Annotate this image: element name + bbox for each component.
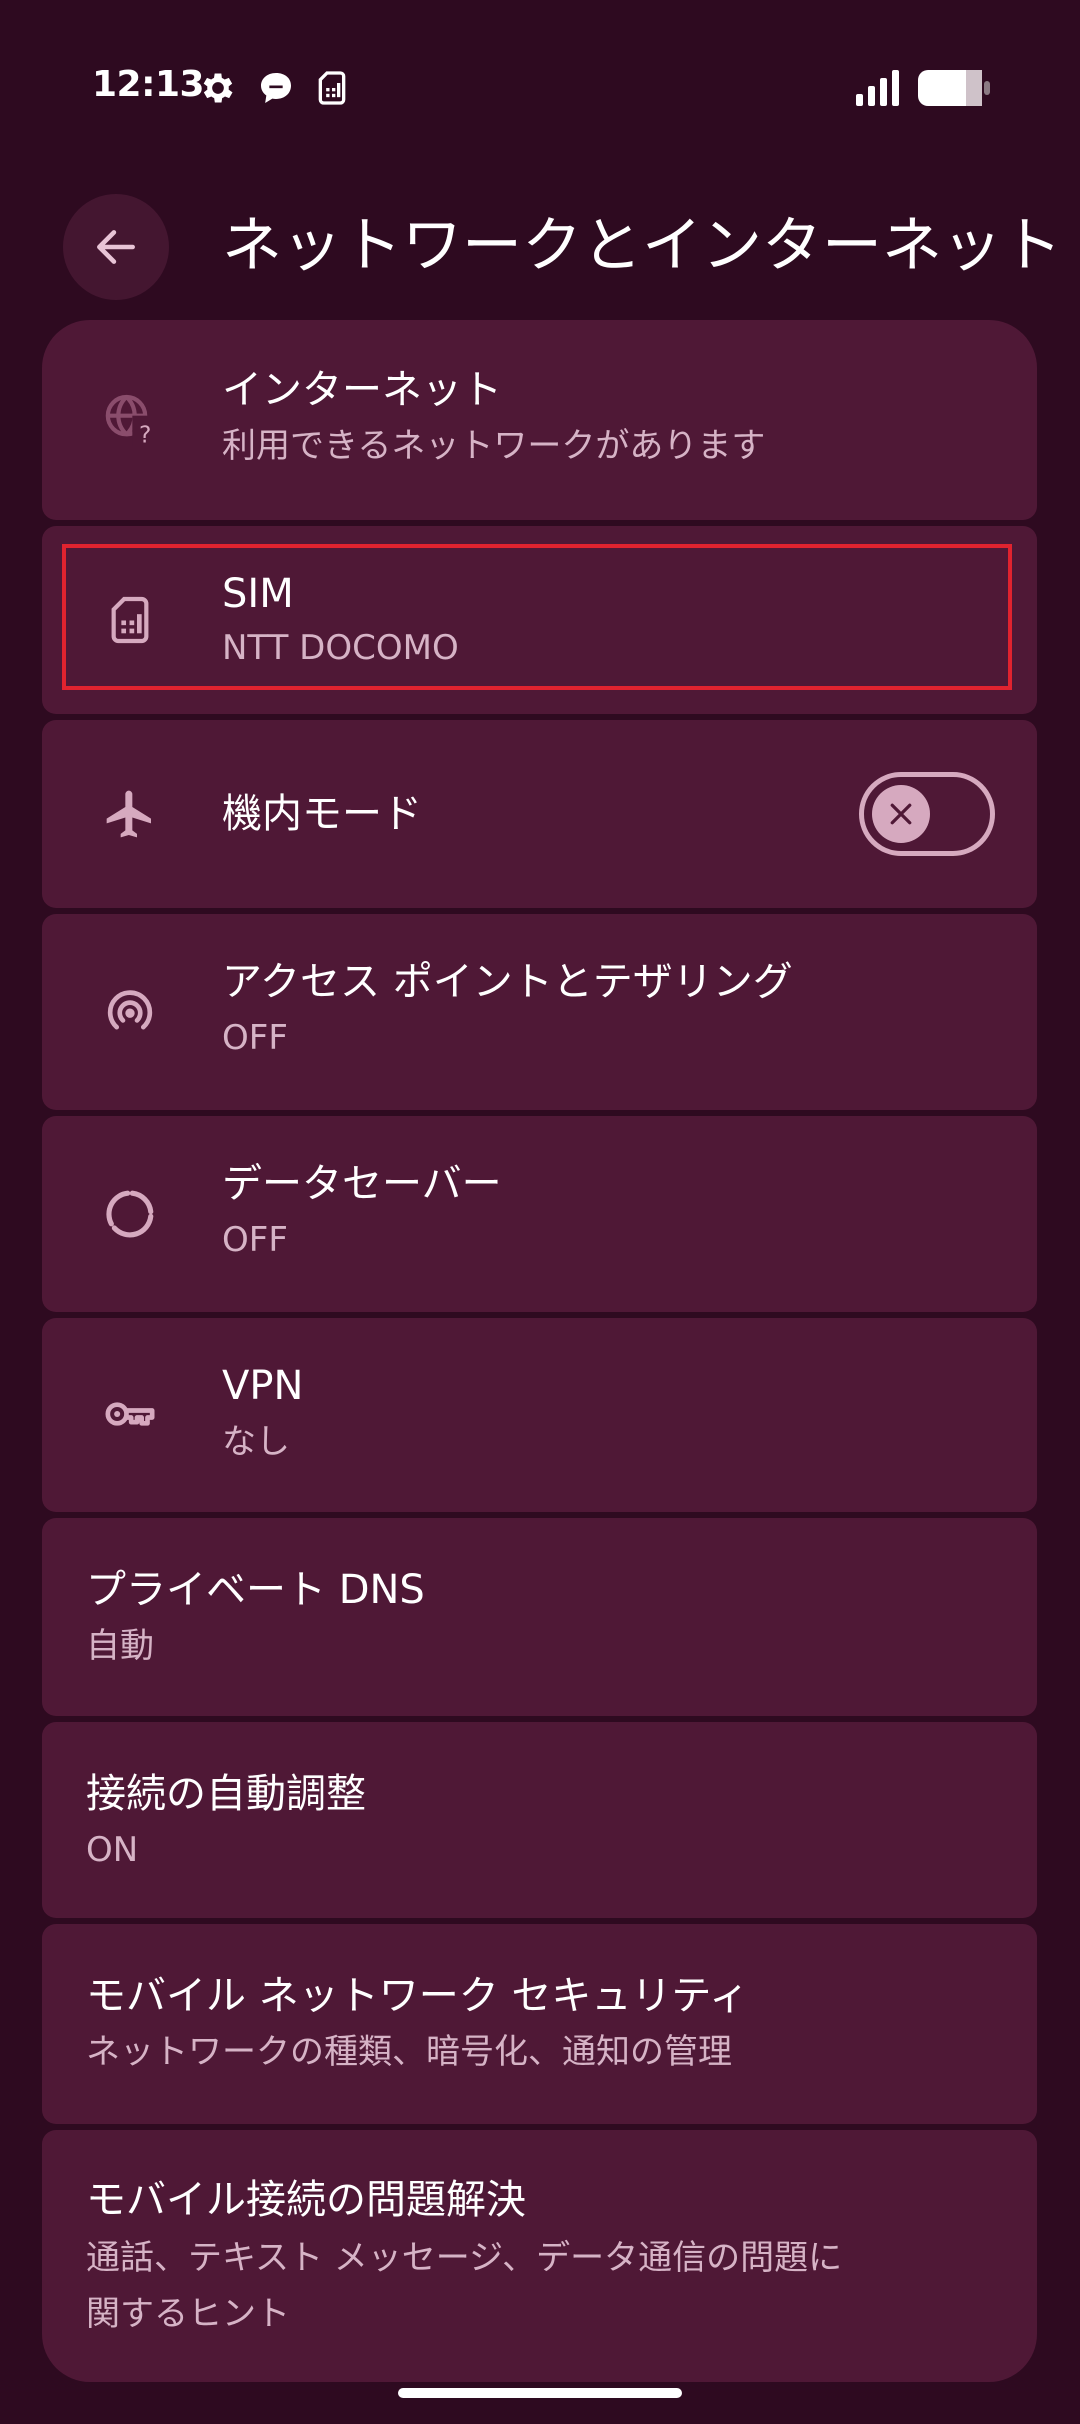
settings-item-subtitle: 通話、テキスト メッセージ、データ通信の問題に [86, 2238, 843, 2278]
signal-icon [856, 68, 904, 108]
settings-item-private-dns[interactable]: プライベート DNS 自動 [42, 1518, 1037, 1716]
data-saver-icon [102, 1186, 158, 1242]
settings-item-vpn[interactable]: VPN なし [42, 1318, 1037, 1512]
settings-item-title: SIM [222, 571, 294, 617]
settings-item-subtitle: OFF [222, 1220, 288, 1260]
settings-item-title: データセーバー [222, 1161, 502, 1207]
settings-item-subtitle: ネットワークの種類、暗号化、通知の管理 [86, 2032, 732, 2072]
battery-icon [918, 70, 990, 106]
status-time: 12:13 [92, 64, 205, 105]
sim-card-icon [312, 68, 352, 108]
settings-item-title: モバイル接続の問題解決 [86, 2177, 526, 2223]
globe-question-icon: ? [102, 390, 158, 446]
hotspot-icon [102, 984, 158, 1040]
settings-item-subtitle: NTT DOCOMO [222, 628, 459, 668]
page-title: ネットワークとインターネット [222, 211, 1062, 281]
settings-item-hotspot[interactable]: アクセス ポイントとテザリング OFF [42, 914, 1037, 1110]
settings-item-subtitle: 自動 [86, 1626, 154, 1666]
airplane-mode-toggle[interactable] [859, 772, 995, 856]
arrow-back-icon [91, 222, 141, 272]
settings-item-subtitle: ON [86, 1830, 139, 1870]
settings-item-title: アクセス ポイントとテザリング [222, 959, 793, 1005]
settings-item-subtitle: 利用できるネットワークがあります [222, 426, 766, 466]
settings-item-subtitle: 関するヒント [86, 2294, 290, 2334]
gear-icon [198, 68, 238, 108]
settings-item-data-saver[interactable]: データセーバー OFF [42, 1116, 1037, 1312]
settings-item-adaptive-connectivity[interactable]: 接続の自動調整 ON [42, 1722, 1037, 1918]
back-button[interactable] [63, 194, 169, 300]
settings-item-subtitle: OFF [222, 1018, 288, 1058]
settings-item-sim[interactable]: SIM NTT DOCOMO [42, 526, 1037, 714]
close-icon [886, 799, 916, 829]
airplane-icon [102, 786, 158, 842]
settings-item-internet[interactable]: ? インターネット 利用できるネットワークがあります [42, 320, 1037, 520]
settings-item-title: インターネット [222, 367, 502, 413]
settings-item-title: プライベート DNS [86, 1567, 425, 1613]
settings-item-title: 機内モード [222, 791, 422, 837]
settings-item-title: 接続の自動調整 [86, 1771, 366, 1817]
toggle-thumb [872, 785, 930, 843]
status-bar: 12:13 [0, 0, 1080, 176]
settings-item-title: VPN [222, 1363, 304, 1409]
settings-item-subtitle: なし [222, 1422, 290, 1462]
settings-item-title: モバイル ネットワーク セキュリティ [86, 1973, 750, 2019]
gesture-handle[interactable] [398, 2388, 682, 2398]
chat-bubble-icon [256, 68, 296, 108]
settings-item-mobile-network-security[interactable]: モバイル ネットワーク セキュリティ ネットワークの種類、暗号化、通知の管理 [42, 1924, 1037, 2124]
settings-item-troubleshooting[interactable]: モバイル接続の問題解決 通話、テキスト メッセージ、データ通信の問題に 関するヒ… [42, 2130, 1037, 2382]
sim-card-icon [102, 592, 158, 648]
svg-text:?: ? [139, 421, 151, 447]
key-icon [102, 1386, 158, 1442]
